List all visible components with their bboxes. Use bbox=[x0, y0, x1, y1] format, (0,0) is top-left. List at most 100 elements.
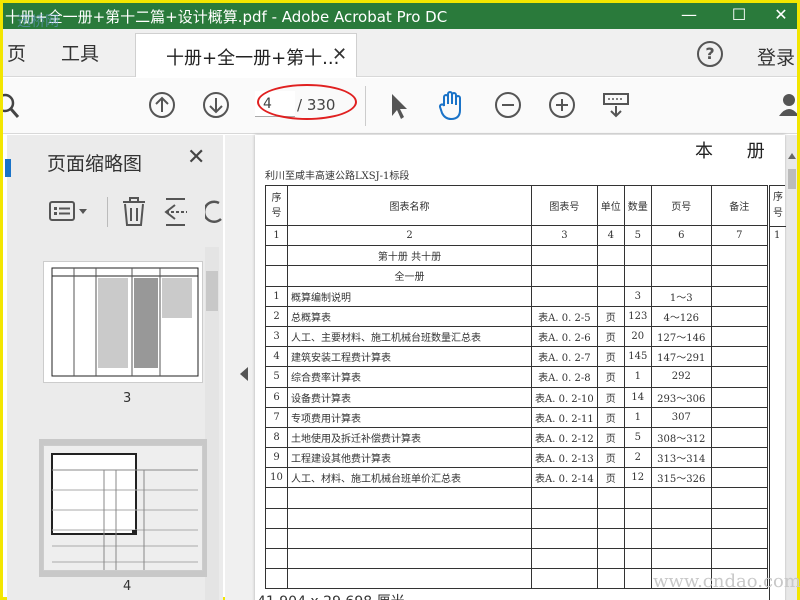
home-menu[interactable]: 页 bbox=[7, 39, 26, 66]
table-cell bbox=[596, 245, 625, 267]
help-button[interactable]: ? bbox=[697, 41, 723, 67]
table-cell bbox=[623, 547, 652, 570]
bookmark-rail-icon[interactable] bbox=[5, 159, 11, 177]
row-no: 7 bbox=[265, 406, 288, 428]
extract-page-icon[interactable] bbox=[163, 197, 191, 227]
maximize-button[interactable]: ☐ bbox=[717, 3, 761, 29]
row-unit: 页 bbox=[596, 325, 625, 348]
table-cell bbox=[265, 487, 288, 509]
row-page: 293～306 bbox=[650, 386, 712, 408]
close-window-button[interactable]: ✕ bbox=[759, 3, 800, 29]
row-note bbox=[710, 447, 768, 469]
project-name: 利川至咸丰高速公路LXSJ-1标段 bbox=[265, 171, 410, 182]
row-page: 315～326 bbox=[650, 467, 712, 489]
row-code: 表A. 0. 2-6 bbox=[531, 325, 598, 348]
table-cell bbox=[710, 245, 768, 267]
delete-page-icon[interactable] bbox=[121, 197, 147, 227]
scroll-mode-icon[interactable] bbox=[599, 88, 633, 122]
table-cell bbox=[623, 487, 652, 509]
panel-close-button[interactable]: ✕ bbox=[187, 145, 205, 170]
row-unit: 页 bbox=[596, 406, 625, 428]
row-note bbox=[710, 346, 768, 368]
table-cell bbox=[623, 265, 652, 287]
table-cell bbox=[596, 568, 625, 590]
row-page: 307 bbox=[650, 406, 712, 428]
column-number: 6 bbox=[650, 224, 712, 247]
section-title: 全一册 bbox=[287, 265, 532, 287]
row-name: 设备费计算表 bbox=[287, 386, 532, 408]
account-icon[interactable] bbox=[779, 92, 797, 118]
select-arrow-icon[interactable] bbox=[383, 88, 417, 122]
table-cell bbox=[710, 527, 768, 550]
rotate-page-icon[interactable] bbox=[205, 199, 223, 225]
thumbnail-options-icon[interactable] bbox=[49, 199, 93, 225]
collapse-panel-icon[interactable] bbox=[239, 367, 249, 381]
title-bar: 十册+全一册+第十二篇+设计概算.pdf - Adobe Acrobat Pro… bbox=[3, 3, 800, 30]
search-icon[interactable] bbox=[3, 92, 21, 120]
row-name: 人工、材料、施工机械台班单价汇总表 bbox=[287, 467, 532, 489]
table-cell bbox=[710, 547, 768, 570]
table-row: 6 设备费计算表 表A. 0. 2-10 页 14 293～306 bbox=[265, 386, 768, 408]
row-qty: 5 bbox=[623, 426, 652, 449]
next-page-icon[interactable] bbox=[199, 88, 233, 122]
row-no: 10 bbox=[265, 467, 288, 489]
row-code: 表A. 0. 2-14 bbox=[531, 467, 598, 489]
thumbnail-label: 3 bbox=[123, 391, 132, 406]
thumbnail-page-preview bbox=[51, 267, 199, 377]
row-qty: 20 bbox=[623, 325, 652, 348]
panel-toolbar bbox=[7, 187, 223, 237]
hand-tool-icon[interactable] bbox=[435, 88, 469, 122]
thumbnail-scrollbar[interactable] bbox=[205, 247, 219, 600]
adjacent-header: 序号 bbox=[773, 192, 783, 219]
row-name: 总概算表 bbox=[287, 305, 532, 327]
document-scroll-thumb[interactable] bbox=[788, 169, 796, 189]
row-no: 3 bbox=[265, 325, 288, 348]
row-page: 313～314 bbox=[650, 447, 712, 469]
page-size-status: 41.904 x 29.698 厘米 bbox=[257, 591, 405, 600]
table-cell bbox=[650, 487, 712, 509]
row-note bbox=[710, 305, 768, 327]
column-number: 1 bbox=[265, 224, 288, 247]
document-scrollbar[interactable] bbox=[787, 135, 797, 600]
section-row: 第十册 共十册 bbox=[265, 245, 768, 267]
empty-row bbox=[265, 547, 768, 570]
row-no: 1 bbox=[265, 285, 288, 307]
document-tab-close-button[interactable]: ✕ bbox=[332, 44, 347, 65]
table-cell bbox=[596, 487, 625, 509]
login-button[interactable]: 登录 bbox=[757, 43, 795, 70]
tools-menu[interactable]: 工具 bbox=[61, 39, 99, 66]
table-cell bbox=[265, 568, 288, 590]
row-qty: 123 bbox=[623, 305, 652, 327]
minimize-button[interactable]: — bbox=[667, 3, 711, 29]
table-cell bbox=[287, 487, 532, 509]
table-cell bbox=[596, 507, 625, 529]
column-header: 图表号 bbox=[531, 185, 598, 226]
row-code: 表A. 0. 2-10 bbox=[531, 386, 598, 408]
row-page: 292 bbox=[650, 366, 712, 388]
scroll-up-icon[interactable] bbox=[788, 153, 796, 159]
prev-page-icon[interactable] bbox=[145, 88, 179, 122]
table-cell bbox=[650, 507, 712, 529]
table-row: 9 工程建设其他费计算表 表A. 0. 2-13 页 2 313～314 bbox=[265, 447, 768, 469]
zoom-out-icon[interactable] bbox=[491, 88, 525, 122]
thumbnail-scroll-thumb[interactable] bbox=[206, 271, 218, 311]
watermark-logo: 迅桥网 bbox=[17, 14, 59, 30]
column-number: 5 bbox=[623, 224, 652, 247]
table-row: 3 人工、主要材料、施工机械台班数量汇总表 表A. 0. 2-6 页 20 127～146 bbox=[265, 325, 768, 348]
empty-row bbox=[265, 507, 768, 529]
table-row: 7 专项费用计算表 表A. 0. 2-11 页 1 307 bbox=[265, 406, 768, 428]
document-tab[interactable]: 十册+全一册+第十... ✕ bbox=[135, 33, 357, 77]
empty-row bbox=[265, 487, 768, 509]
table-cell bbox=[287, 568, 532, 590]
row-qty: 1 bbox=[623, 366, 652, 388]
contents-table: 序号 图表名称 图表号 单位 数量 页号 备注 1 2 3 4 5 6 7 第十册 共十册 全一册 1 概算编制说… bbox=[265, 185, 768, 590]
table-cell bbox=[710, 265, 768, 287]
page-thumbnail-selected[interactable] bbox=[39, 439, 207, 577]
row-name: 概算编制说明 bbox=[287, 285, 532, 307]
row-name: 综合费率计算表 bbox=[287, 366, 532, 388]
table-row: 8 土地使用及拆迁补偿费计算表 表A. 0. 2-12 页 5 308～312 bbox=[265, 426, 768, 449]
zoom-in-icon[interactable] bbox=[545, 88, 579, 122]
row-qty: 1 bbox=[623, 406, 652, 428]
page-thumbnail[interactable] bbox=[43, 261, 203, 383]
row-unit: 页 bbox=[596, 386, 625, 408]
